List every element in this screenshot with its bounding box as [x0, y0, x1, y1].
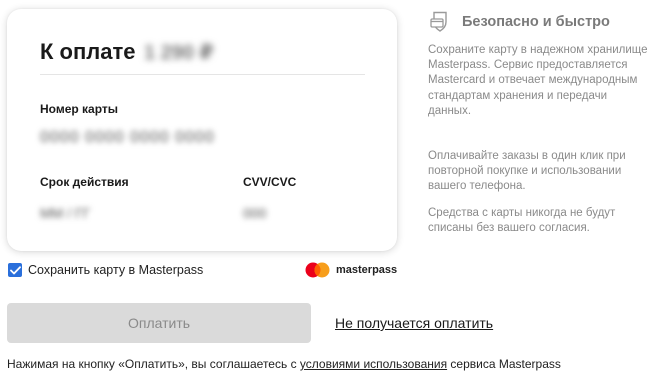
expiry-input[interactable]: [40, 205, 180, 221]
terms-notice: Нажимая на кнопку «Оплатить», вы соглаша…: [7, 357, 561, 371]
payment-amount: 1 290 ₽: [144, 42, 214, 64]
shield-card-icon: [430, 11, 447, 32]
security-text-2: Оплачивайте заказы в один клик при повто…: [428, 150, 626, 193]
cvv-input[interactable]: [243, 205, 343, 221]
save-card-checkbox[interactable]: [8, 263, 22, 277]
masterpass-wordmark: masterpass: [336, 264, 398, 276]
save-card-row[interactable]: Сохранить карту в Masterpass: [8, 262, 203, 278]
masterpass-circles-icon: [305, 262, 330, 278]
terms-suffix: сервиса Masterpass: [447, 357, 561, 371]
card-number-label: Номер карты: [40, 102, 119, 116]
terms-prefix: Нажимая на кнопку «Оплатить», вы соглаша…: [7, 357, 300, 371]
expiry-label: Срок действия: [40, 175, 129, 189]
payment-card: К оплате 1 290 ₽ Номер карты Срок действ…: [7, 9, 397, 251]
security-text-1: Сохраните карту в надежном хранилище Mas…: [428, 44, 648, 117]
cant-pay-link[interactable]: Не получается оплатить: [335, 315, 493, 331]
card-number-input[interactable]: [40, 129, 340, 147]
terms-link[interactable]: условиями использования: [300, 357, 447, 371]
divider: [40, 74, 365, 75]
masterpass-logo: masterpass: [305, 262, 397, 278]
save-card-label: Сохранить карту в Masterpass: [28, 263, 204, 277]
security-title: Безопасно и быстро: [462, 14, 610, 30]
checkmark-icon: [9, 265, 21, 274]
security-header: Безопасно и быстро: [428, 10, 650, 34]
pay-button[interactable]: Оплатить: [7, 303, 311, 343]
security-info-panel: Безопасно и быстро Сохраните карту в над…: [428, 10, 650, 234]
cvv-label: CVV/CVC: [243, 175, 297, 189]
payment-title: К оплате: [40, 39, 136, 64]
security-text-3: Средства с карты никогда не будут списан…: [428, 207, 616, 235]
